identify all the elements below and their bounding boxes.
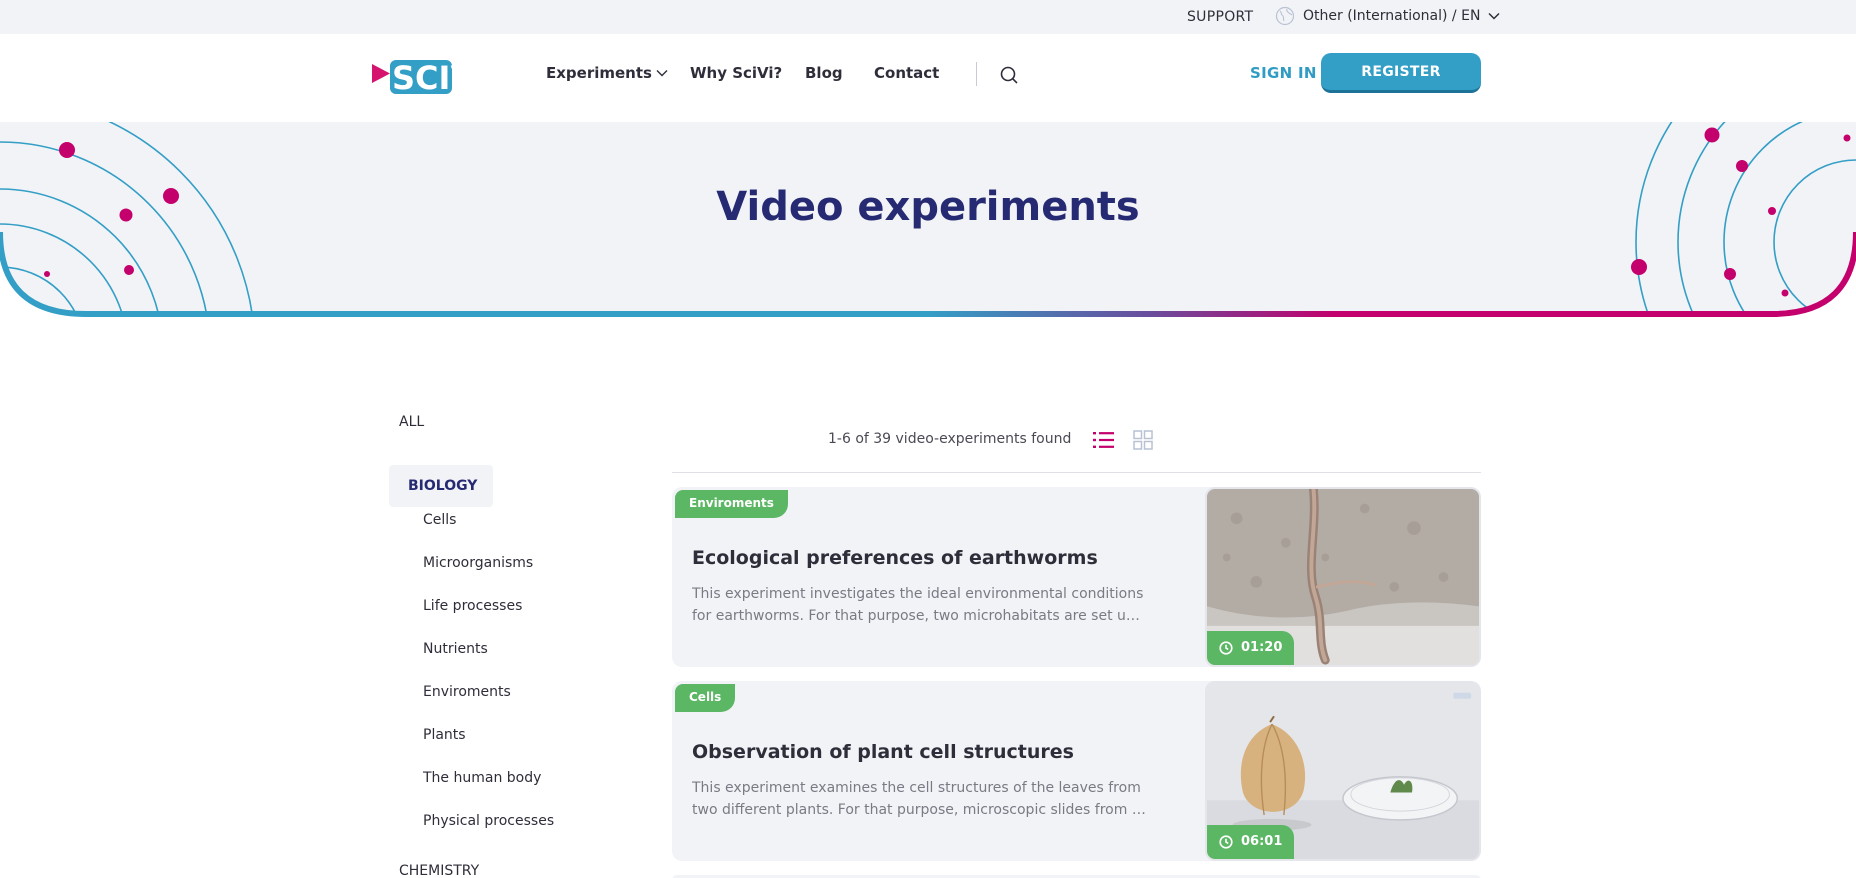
card-description-line: for earthworms. For that purpose, two mi… <box>692 608 1147 624</box>
nav-divider <box>976 62 977 86</box>
subcategory-item[interactable]: Life processes <box>423 598 522 614</box>
subcategory-item[interactable]: Nutrients <box>423 641 488 657</box>
register-button[interactable]: REGISTER <box>1321 53 1481 93</box>
results-count: 1-6 of 39 video-experiments found <box>828 431 1072 447</box>
subcategory-item[interactable]: Microorganisms <box>423 555 533 571</box>
clock-icon <box>1219 641 1233 655</box>
video-thumbnail[interactable]: 06:01 <box>1205 681 1481 861</box>
video-thumbnail[interactable]: 01:20 <box>1205 487 1481 667</box>
nav-why-scivi[interactable]: Why SciVi? <box>690 64 782 82</box>
subcategory-item[interactable]: Physical processes <box>423 813 554 829</box>
experiment-card[interactable]: Enviroments Ecological preferences of ea… <box>672 487 1481 667</box>
card-title[interactable]: Ecological preferences of earthworms <box>692 547 1098 569</box>
nav-experiments-label: Experiments <box>546 64 652 82</box>
search-icon[interactable] <box>999 65 1019 85</box>
globe-icon <box>1275 6 1295 26</box>
category-chemistry[interactable]: CHEMISTRY <box>399 863 479 878</box>
list-view-icon[interactable] <box>1093 430 1115 450</box>
scivi-logo[interactable]: SCIVI <box>372 56 484 96</box>
subcategory-item[interactable]: Enviroments <box>423 684 511 700</box>
page-title: Video experiments <box>716 184 1140 230</box>
chevron-down-icon <box>656 70 668 77</box>
card-description: This experiment investigates the ideal e… <box>692 583 1147 627</box>
clock-icon <box>1219 835 1233 849</box>
card-description: This experiment examines the cell struct… <box>692 777 1147 821</box>
chevron-down-icon <box>1488 12 1500 20</box>
results-divider <box>672 472 1481 473</box>
utility-bar: SUPPORT Other (International) / EN <box>0 0 1856 34</box>
language-label: Other (International) / EN <box>1303 8 1481 24</box>
duration-value: 01:20 <box>1241 640 1283 655</box>
language-selector[interactable]: Other (International) / EN <box>1275 6 1501 26</box>
category-all[interactable]: ALL <box>399 414 424 430</box>
nav-contact[interactable]: Contact <box>874 64 939 82</box>
hero-banner: Video experiments <box>0 122 1856 320</box>
nav-experiments[interactable]: Experiments <box>546 64 669 82</box>
main-navigation: SCIVI Experiments Why SciVi? Blog Contac… <box>0 34 1856 122</box>
support-link[interactable]: SUPPORT <box>1187 9 1253 25</box>
nav-blog[interactable]: Blog <box>805 64 843 82</box>
grid-view-icon[interactable] <box>1133 430 1153 450</box>
duration-badge: 01:20 <box>1207 631 1295 665</box>
duration-value: 06:01 <box>1241 834 1283 849</box>
duration-badge: 06:01 <box>1207 825 1295 859</box>
card-description-line: This experiment examines the cell struct… <box>692 780 1141 796</box>
subcategory-item[interactable]: Plants <box>423 727 466 743</box>
card-title[interactable]: Observation of plant cell structures <box>692 741 1074 763</box>
category-biology[interactable]: BIOLOGY <box>389 465 493 507</box>
logo-text: SCIVI <box>392 59 484 96</box>
category-tag[interactable]: Enviroments <box>675 490 788 518</box>
card-description-line: two different plants. For that purpose, … <box>692 802 1147 818</box>
card-description-line: This experiment investigates the ideal e… <box>692 586 1144 602</box>
category-tag[interactable]: Cells <box>675 684 736 712</box>
subcategory-item[interactable]: Cells <box>423 512 456 528</box>
sign-in-link[interactable]: SIGN IN <box>1250 64 1317 82</box>
experiment-card[interactable]: Cells Observation of plant cell structur… <box>672 681 1481 861</box>
subcategory-item[interactable]: The human body <box>423 770 541 786</box>
